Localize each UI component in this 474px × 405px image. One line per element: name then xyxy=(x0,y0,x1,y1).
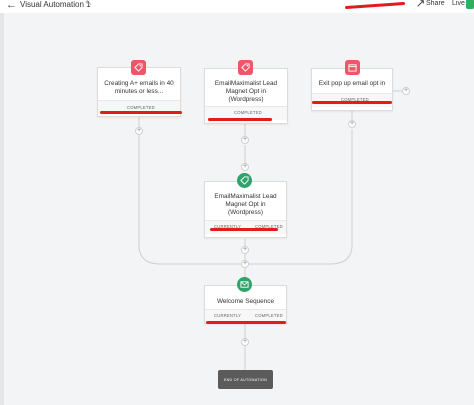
action-2-status-right: COMPLETED xyxy=(255,313,283,318)
trigger-1-status: COMPLETED xyxy=(127,105,155,110)
add-step-button[interactable]: + xyxy=(241,338,249,346)
add-step-button[interactable]: + xyxy=(241,136,249,144)
trigger-1-icon xyxy=(131,60,146,75)
trigger-3-label: Exit pop up email opt in xyxy=(318,80,386,87)
trigger-3-icon xyxy=(345,60,360,75)
action-1-status-bar: CURRENTLY COMPLETED xyxy=(205,220,286,234)
annotation-stroke xyxy=(206,321,286,324)
tag-icon xyxy=(240,176,249,185)
trigger-3-status-bar: COMPLETED xyxy=(312,93,392,107)
action-1-label: EmailMaximalist Lead Magnet Opt in (Word… xyxy=(214,193,277,216)
tag-icon xyxy=(134,63,143,72)
action-1-icon xyxy=(237,173,252,188)
end-of-automation: END OF AUTOMATION xyxy=(218,370,273,389)
annotation-stroke xyxy=(100,111,182,114)
add-step-button[interactable]: + xyxy=(135,127,143,135)
trigger-2-status: COMPLETED xyxy=(234,110,262,115)
add-step-button[interactable]: + xyxy=(241,163,249,171)
email-icon xyxy=(240,281,249,288)
add-step-button[interactable]: + xyxy=(348,120,356,128)
add-step-button[interactable]: + xyxy=(241,246,249,254)
annotation-stroke xyxy=(210,228,278,231)
annotation-stroke xyxy=(312,101,392,104)
add-trigger-button[interactable]: + xyxy=(402,87,410,95)
add-step-button[interactable]: + xyxy=(241,260,249,268)
action-2-icon xyxy=(237,277,252,292)
trigger-2-label: EmailMaximalist Lead Magnet Opt in (Word… xyxy=(214,80,278,103)
calendar-icon xyxy=(348,64,357,72)
tag-icon xyxy=(241,63,250,72)
action-2-status-left: CURRENTLY xyxy=(214,313,242,318)
trigger-1-label: Creating A+ emails in 40 minutes or less… xyxy=(104,80,174,95)
trigger-2-icon xyxy=(238,60,253,75)
annotation-stroke xyxy=(208,118,272,121)
trigger-card-2[interactable]: EmailMaximalist Lead Magnet Opt in (Word… xyxy=(204,68,288,124)
action-2-label: Welcome Sequence xyxy=(216,298,275,305)
